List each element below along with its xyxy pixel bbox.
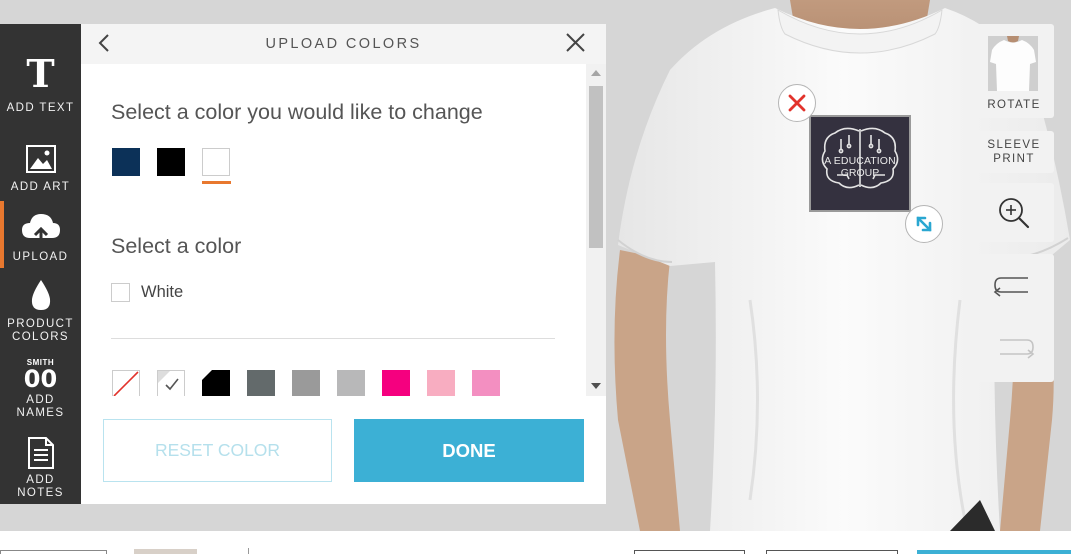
bottom-button-1[interactable] (634, 550, 745, 554)
bottom-control-left[interactable] (0, 550, 107, 554)
scroll-up-arrow[interactable] (591, 70, 601, 76)
sleeve-print-line2: PRINT (993, 153, 1035, 165)
change-color-heading: Select a color you would like to change (111, 100, 483, 124)
tool-upload-label: UPLOAD (12, 251, 69, 263)
tool-add-text[interactable]: T ADD TEXT (0, 24, 81, 131)
notes-icon (0, 430, 81, 474)
palette-swatch-black[interactable] (202, 370, 230, 396)
tool-add-names[interactable]: SMITH 00 ADD NAMES (0, 352, 81, 420)
selected-swatch-indicator (202, 181, 231, 184)
palette-swatch-white-selected[interactable] (157, 370, 185, 396)
bottom-button-2[interactable] (766, 550, 898, 554)
close-icon (788, 94, 806, 112)
tool-product-colors[interactable]: PRODUCT COLORS (0, 268, 81, 344)
history-controls (974, 254, 1054, 382)
bottom-divider (248, 548, 249, 554)
reset-color-button[interactable]: RESET COLOR (103, 419, 332, 482)
panel-title: UPLOAD COLORS (265, 36, 422, 52)
sleeve-print-label: SLEEVE PRINT (974, 138, 1054, 166)
jersey-number-icon: SMITH 00 (0, 352, 81, 394)
tool-add-notes-label: ADD NOTES (17, 474, 64, 500)
text-icon: T (26, 51, 55, 96)
palette-swatch-hot-pink[interactable] (382, 370, 410, 396)
upload-colors-panel: UPLOAD COLORS Select a color you would l… (81, 24, 606, 504)
tool-add-art-label: ADD ART (10, 181, 71, 193)
uploaded-design[interactable]: A EDUCATION GROUP (809, 115, 911, 212)
logo-color-swatch-white[interactable] (202, 148, 230, 176)
sleeve-print-line1: SLEEVE (987, 139, 1041, 151)
redo-icon (1000, 339, 1035, 359)
palette-swatch-light-pink[interactable] (427, 370, 455, 396)
palette-swatch-dark-gray[interactable] (247, 370, 275, 396)
tool-add-notes-line1: ADD (26, 474, 55, 486)
undo-icon (993, 277, 1028, 297)
undo-button[interactable] (974, 264, 1054, 311)
image-icon (0, 131, 81, 181)
redo-button[interactable] (974, 326, 1054, 373)
bottom-bar (0, 531, 1071, 554)
jersey-digits: 00 (23, 364, 58, 393)
tool-product-colors-line1: PRODUCT (7, 318, 74, 330)
sleeve-print-button[interactable]: SLEEVE PRINT (974, 131, 1054, 173)
tool-add-names-line1: ADD (26, 394, 55, 406)
rotate-button[interactable]: ROTATE (974, 24, 1054, 118)
tool-product-colors-label: PRODUCT COLORS (7, 318, 74, 344)
select-color-heading: Select a color (111, 234, 242, 258)
panel-scrollbar[interactable] (586, 64, 606, 396)
tool-add-text-label: ADD TEXT (6, 102, 75, 114)
current-color-checkbox[interactable] (111, 283, 130, 302)
palette-swatch-pink[interactable] (472, 370, 500, 396)
droplet-icon (0, 268, 81, 318)
design-text-line1: A EDUCATION (824, 155, 896, 167)
bottom-primary-button[interactable] (917, 550, 1071, 554)
scroll-thumb[interactable] (589, 86, 603, 248)
current-color-label: White (141, 283, 184, 301)
scroll-down-arrow[interactable] (591, 383, 601, 389)
tool-add-art[interactable]: ADD ART (0, 131, 81, 199)
zoom-button[interactable] (974, 183, 1054, 242)
tool-upload[interactable]: UPLOAD (0, 201, 81, 268)
logo-color-swatch-black[interactable] (157, 148, 185, 176)
zoom-in-icon (999, 198, 1030, 229)
tool-add-notes[interactable]: ADD NOTES (0, 430, 81, 504)
shirt-back-thumbnail (988, 36, 1038, 91)
delete-design-button[interactable] (778, 84, 816, 122)
no-color-slash-icon (113, 371, 139, 396)
close-panel-button[interactable] (563, 30, 589, 56)
cloud-upload-icon (0, 201, 81, 251)
resize-design-handle[interactable] (905, 205, 943, 243)
tool-product-colors-line2: COLORS (12, 331, 69, 343)
design-text-line2: GROUP (840, 167, 880, 179)
divider (111, 338, 555, 339)
rotate-label: ROTATE (987, 99, 1041, 111)
tool-add-notes-line2: NOTES (17, 487, 64, 499)
resize-arrows-icon (916, 216, 932, 232)
bottom-thumbnail[interactable] (134, 549, 197, 554)
done-button[interactable]: DONE (354, 419, 584, 482)
design-text: A EDUCATION GROUP (811, 155, 909, 179)
close-icon (566, 33, 585, 52)
panel-header: UPLOAD COLORS (81, 24, 606, 64)
palette-swatch-none[interactable] (112, 370, 140, 396)
panel-scroll-area: Select a color you would like to change … (81, 64, 606, 396)
tool-add-names-line2: NAMES (16, 407, 65, 419)
back-button[interactable] (93, 32, 117, 56)
active-indicator (0, 201, 4, 268)
swatch-corner-fold (202, 370, 212, 380)
palette-swatch-gray[interactable] (292, 370, 320, 396)
palette-swatch-light-gray[interactable] (337, 370, 365, 396)
chevron-left-icon (98, 34, 109, 52)
tool-rail: T ADD TEXT ADD ART UPLOAD PRODUCT COLORS… (0, 24, 81, 504)
tool-add-names-label: ADD NAMES (17, 394, 65, 420)
logo-color-swatch-navy[interactable] (112, 148, 140, 176)
checkmark-icon (158, 371, 179, 391)
